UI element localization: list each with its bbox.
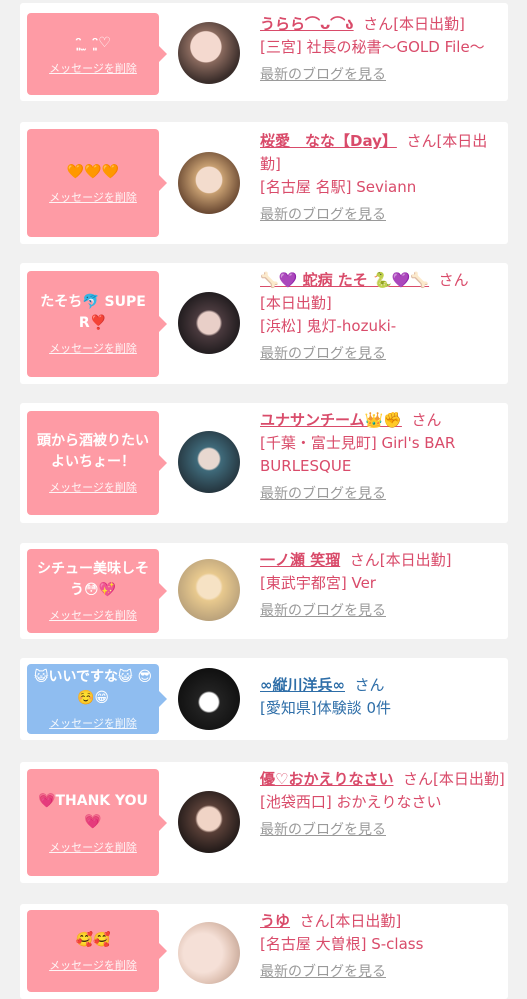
message-card: ᵔ͈ ̫ ᵔ͈♡ メッセージを削除 うらら⌒ᴗ⌒ა さん[本日出勤] [三宮] … <box>20 3 508 101</box>
user-name-link[interactable]: ∞縦川洋兵∞ <box>260 676 345 694</box>
delete-message-link[interactable]: メッセージを削除 <box>49 839 137 855</box>
status-badge: [本日出勤] <box>379 551 452 569</box>
delete-message-link[interactable]: メッセージを削除 <box>49 340 137 356</box>
shop-name: [三宮] 社長の秘書〜GOLD File〜 <box>260 38 485 56</box>
delete-message-link[interactable]: メッセージを削除 <box>49 957 137 973</box>
latest-blog-link[interactable]: 最新のブログを見る <box>260 601 505 621</box>
user-name-link[interactable]: 一ノ瀬 笑瑠 <box>260 551 340 569</box>
user-info: ∞縦川洋兵∞ さん [愛知県]体験談 0件 <box>260 674 505 720</box>
latest-blog-link[interactable]: 最新のブログを見る <box>260 962 505 982</box>
message-bubble: 🥰🥰 メッセージを削除 <box>27 910 167 992</box>
message-bubble: 😺いいですな😺 😎☺️😁 メッセージを削除 <box>27 664 167 734</box>
message-card: 🥰🥰 メッセージを削除 うゆ さん[本日出勤] [名古屋 大曽根] S-clas… <box>20 904 508 999</box>
avatar[interactable] <box>178 152 240 214</box>
delete-message-link[interactable]: メッセージを削除 <box>49 479 137 495</box>
message-bubble: 🧡🧡🧡 メッセージを削除 <box>27 129 167 237</box>
latest-blog-link[interactable]: 最新のブログを見る <box>260 344 505 364</box>
latest-blog-link[interactable]: 最新のブログを見る <box>260 484 505 504</box>
user-info: 一ノ瀬 笑瑠 さん[本日出勤] [東武宇都宮] Ver 最新のブログを見る <box>260 549 505 621</box>
avatar[interactable] <box>178 22 240 84</box>
delete-message-link[interactable]: メッセージを削除 <box>49 715 137 731</box>
message-bubble: 💗THANK YOU💗 メッセージを削除 <box>27 769 167 876</box>
message-text: シチュー美味しそう😳💖 <box>37 561 149 598</box>
message-card: 🧡🧡🧡 メッセージを削除 桜愛 なな【Day】 さん[本日出勤] [名古屋 名駅… <box>20 122 508 244</box>
avatar[interactable] <box>178 668 240 730</box>
san-suffix: さん <box>299 912 330 930</box>
status-badge: [本日出勤] <box>393 15 465 33</box>
message-text: 😺いいですな😺 😎☺️😁 <box>33 669 153 706</box>
avatar[interactable] <box>178 791 240 853</box>
user-name-link[interactable]: うゆ <box>260 912 290 930</box>
user-info: ユナサンチーム👑✊ さん [千葉・富士見町] Girl's BAR BURLES… <box>260 409 505 504</box>
shop-name: [名古屋 大曽根] S-class <box>260 935 424 953</box>
delete-message-link[interactable]: メッセージを削除 <box>49 60 137 76</box>
user-name-link[interactable]: 🦴💜 蛇病 たそ 🐍💜🦴 <box>260 271 429 289</box>
delete-message-link[interactable]: メッセージを削除 <box>49 189 137 205</box>
status-badge: [本日出勤] <box>260 294 332 312</box>
shop-name: [愛知県]体験談 0件 <box>260 699 392 717</box>
message-text: 🧡🧡🧡 <box>66 163 120 180</box>
shop-name: [池袋西口] おかえりなさい <box>260 793 442 811</box>
message-text: 💗THANK YOU💗 <box>38 792 148 830</box>
user-name-link[interactable]: 桜愛 なな【Day】 <box>260 132 397 150</box>
message-list: ᵔ͈ ̫ ᵔ͈♡ メッセージを削除 うらら⌒ᴗ⌒ა さん[本日出勤] [三宮] … <box>0 0 527 999</box>
avatar[interactable] <box>178 559 240 621</box>
latest-blog-link[interactable]: 最新のブログを見る <box>260 820 505 840</box>
message-bubble: たそち🐬 SUPER❣️ メッセージを削除 <box>27 271 167 377</box>
user-name-link[interactable]: うらら⌒ᴗ⌒ა <box>260 15 354 33</box>
message-bubble: シチュー美味しそう😳💖 メッセージを削除 <box>27 549 167 633</box>
message-text: ᵔ͈ ̫ ᵔ͈♡ <box>75 34 111 51</box>
user-name-link[interactable]: ユナサンチーム👑✊ <box>260 411 402 429</box>
message-text: 🥰🥰 <box>75 931 111 948</box>
message-card: 頭から酒被りたい よいちょー！ メッセージを削除 ユナサンチーム👑✊ さん [千… <box>20 403 508 523</box>
message-text: たそち🐬 SUPER❣️ <box>40 294 146 331</box>
delete-message-link[interactable]: メッセージを削除 <box>49 607 137 623</box>
latest-blog-link[interactable]: 最新のブログを見る <box>260 65 505 85</box>
san-suffix: さん <box>354 676 385 694</box>
avatar[interactable] <box>178 922 240 984</box>
san-suffix: さん <box>406 132 437 150</box>
status-badge: [本日出勤] <box>329 912 402 930</box>
user-info: 桜愛 なな【Day】 さん[本日出勤] [名古屋 名駅] Seviann 最新の… <box>260 130 505 225</box>
message-card: 😺いいですな😺 😎☺️😁 メッセージを削除 ∞縦川洋兵∞ さん [愛知県]体験談… <box>20 658 508 740</box>
message-card: シチュー美味しそう😳💖 メッセージを削除 一ノ瀬 笑瑠 さん[本日出勤] [東武… <box>20 543 508 639</box>
user-name-link[interactable]: 優♡おかえりなさい <box>260 770 393 788</box>
user-info: 優♡おかえりなさい さん[本日出勤] [池袋西口] おかえりなさい 最新のブログ… <box>260 768 505 840</box>
shop-name: [東武宇都宮] Ver <box>260 574 376 592</box>
message-text: 頭から酒被りたい よいちょー！ <box>37 433 149 470</box>
shop-name: [千葉・富士見町] Girl's BAR BURLESQUE <box>260 434 456 475</box>
message-bubble: 頭から酒被りたい よいちょー！ メッセージを削除 <box>27 411 167 515</box>
user-info: うらら⌒ᴗ⌒ა さん[本日出勤] [三宮] 社長の秘書〜GOLD File〜 最… <box>260 13 505 85</box>
san-suffix: さん <box>438 271 469 289</box>
user-info: 🦴💜 蛇病 たそ 🐍💜🦴 さん [本日出勤] [浜松] 鬼灯-hozuki- 最… <box>260 269 505 364</box>
avatar[interactable] <box>178 292 240 354</box>
message-card: 💗THANK YOU💗 メッセージを削除 優♡おかえりなさい さん[本日出勤] … <box>20 762 508 883</box>
user-info: うゆ さん[本日出勤] [名古屋 大曽根] S-class 最新のブログを見る <box>260 910 505 982</box>
latest-blog-link[interactable]: 最新のブログを見る <box>260 205 505 225</box>
san-suffix: さん <box>403 770 434 788</box>
shop-name: [名古屋 名駅] Seviann <box>260 178 417 196</box>
status-badge: [本日出勤] <box>433 770 505 788</box>
message-card: たそち🐬 SUPER❣️ メッセージを削除 🦴💜 蛇病 たそ 🐍💜🦴 さん [本… <box>20 263 508 384</box>
avatar[interactable] <box>178 431 240 493</box>
san-suffix: さん <box>363 15 394 33</box>
shop-name: [浜松] 鬼灯-hozuki- <box>260 317 397 335</box>
message-bubble: ᵔ͈ ̫ ᵔ͈♡ メッセージを削除 <box>27 13 167 95</box>
san-suffix: さん <box>411 411 442 429</box>
san-suffix: さん <box>349 551 380 569</box>
